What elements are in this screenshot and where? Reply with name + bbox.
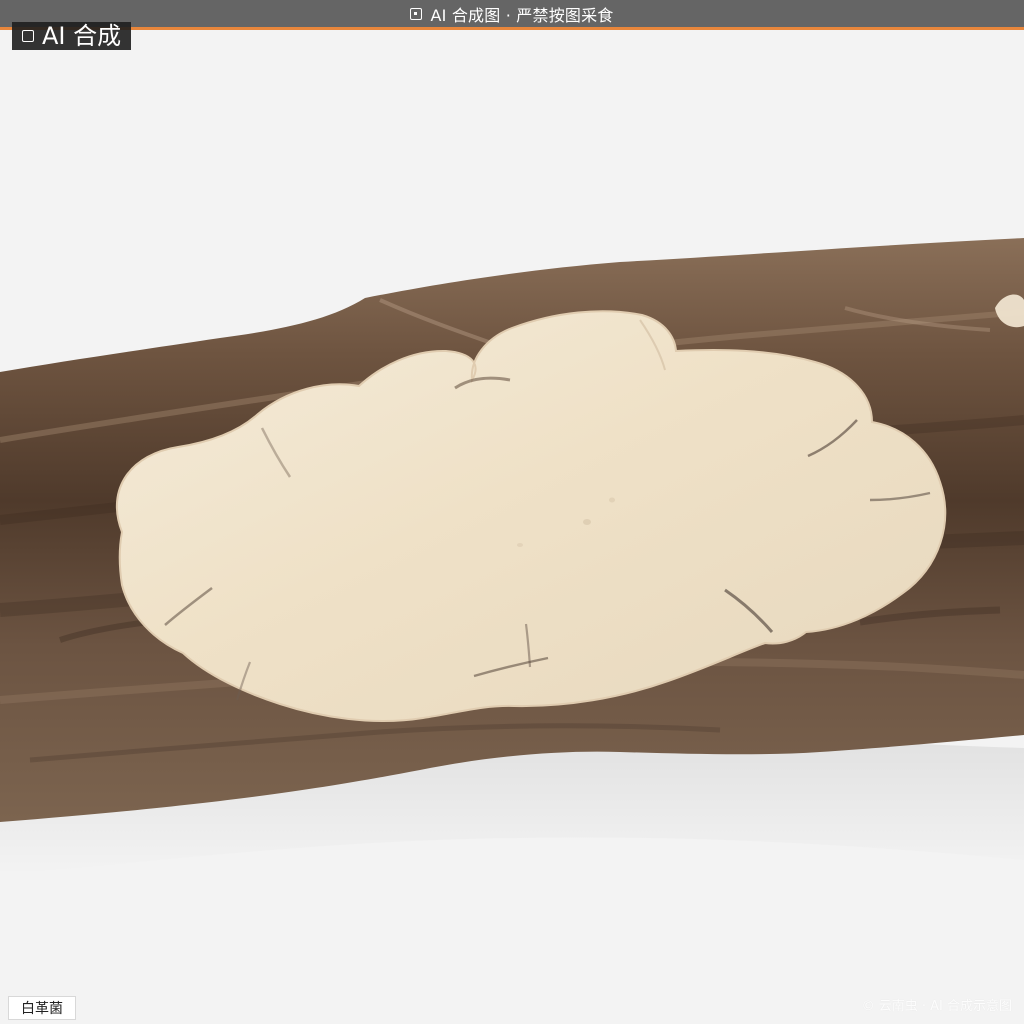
ai-warning-banner: AI 合成图 · 严禁按图采食 [0,0,1024,30]
watermark-text: © 云南虫 · AI 合成示意图 [861,999,1012,1014]
image-icon [22,30,34,42]
photo-illustration [0,0,1024,1024]
image-icon [410,7,423,20]
ai-badge-text: AI 合成 [42,22,122,50]
species-label: 白革菌 [8,996,76,1020]
photo-stage: AI 合成图 · 严禁按图采食 AI 合成 白革菌 © 云南虫 · AI 合成示… [0,0,1024,1024]
ai-badge: AI 合成 [12,22,132,50]
ai-warning-banner-text: AI 合成图 · 严禁按图采食 [430,5,614,25]
